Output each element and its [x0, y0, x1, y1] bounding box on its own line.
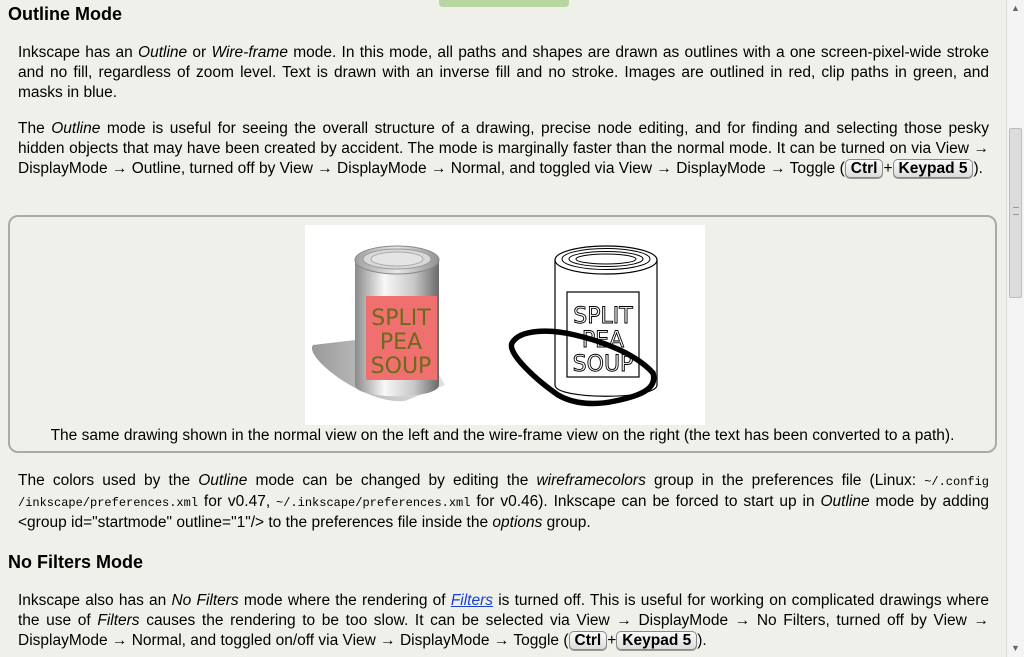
emphasis-text: Filters: [97, 612, 140, 629]
keyboard-key: Keypad 5: [892, 159, 974, 178]
wireframe-can-label-line-3: SOUP: [573, 352, 634, 377]
figure-box: SPLIT PEA SOUP SPLIT PEA SOUP The same d…: [8, 215, 997, 453]
file-path: ~/.inkscape/preferences.xml: [276, 496, 471, 510]
outline-paragraph-3: The colors used by the Outline mode can …: [18, 472, 989, 531]
emphasis-text: Outline: [820, 493, 870, 510]
keyboard-key: Keypad 5: [616, 631, 698, 650]
normal-can-label-line-3: SOUP: [371, 354, 432, 379]
emphasis-text: options: [492, 514, 543, 531]
section-heading-no-filters: No Filters Mode: [8, 552, 144, 572]
emphasis-text: Outline: [51, 120, 101, 137]
keyboard-key: Ctrl: [844, 159, 884, 178]
normal-can-label-line-1: SPLIT: [371, 306, 431, 331]
wireframe-can: SPLIT PEA SOUP: [508, 245, 658, 407]
vertical-scrollbar[interactable]: ▲ ▼: [1006, 0, 1024, 657]
outline-paragraph-2: The Outline mode is useful for seeing th…: [18, 120, 990, 178]
emphasis-text: No Filters: [171, 592, 239, 609]
section-heading-outline: Outline Mode: [8, 4, 122, 24]
scroll-up-arrow-icon[interactable]: ▲: [1007, 0, 1024, 17]
normal-can: SPLIT PEA SOUP: [311, 245, 445, 402]
emphasis-text: wireframecolors: [536, 472, 646, 489]
top-tab[interactable]: [439, 0, 569, 7]
article-content: Outline Mode Inkscape has an Outline or …: [0, 0, 1006, 657]
normal-can-label-line-2: PEA: [380, 330, 422, 355]
nofilters-paragraph-1: Inkscape also has an No Filters mode whe…: [18, 592, 989, 650]
grip-icon: [1013, 207, 1019, 215]
scroll-down-arrow-icon[interactable]: ▼: [1007, 640, 1024, 657]
filters-link[interactable]: Filters: [451, 592, 493, 609]
figure-image: SPLIT PEA SOUP SPLIT PEA SOUP: [305, 225, 705, 425]
outline-paragraph-1: Inkscape has an Outline or Wire-frame mo…: [18, 44, 989, 101]
emphasis-text: Outline: [138, 44, 188, 61]
emphasis-text: Wire-frame: [211, 44, 288, 61]
wireframe-can-label-line-1: SPLIT: [573, 304, 633, 329]
emphasis-text: Outline: [198, 472, 248, 489]
figure-caption: The same drawing shown in the normal vie…: [50, 427, 955, 444]
keyboard-key: Ctrl: [568, 631, 608, 650]
soup-can-drawing: SPLIT PEA SOUP SPLIT PEA SOUP: [311, 245, 658, 407]
scroll-thumb[interactable]: [1009, 128, 1022, 298]
